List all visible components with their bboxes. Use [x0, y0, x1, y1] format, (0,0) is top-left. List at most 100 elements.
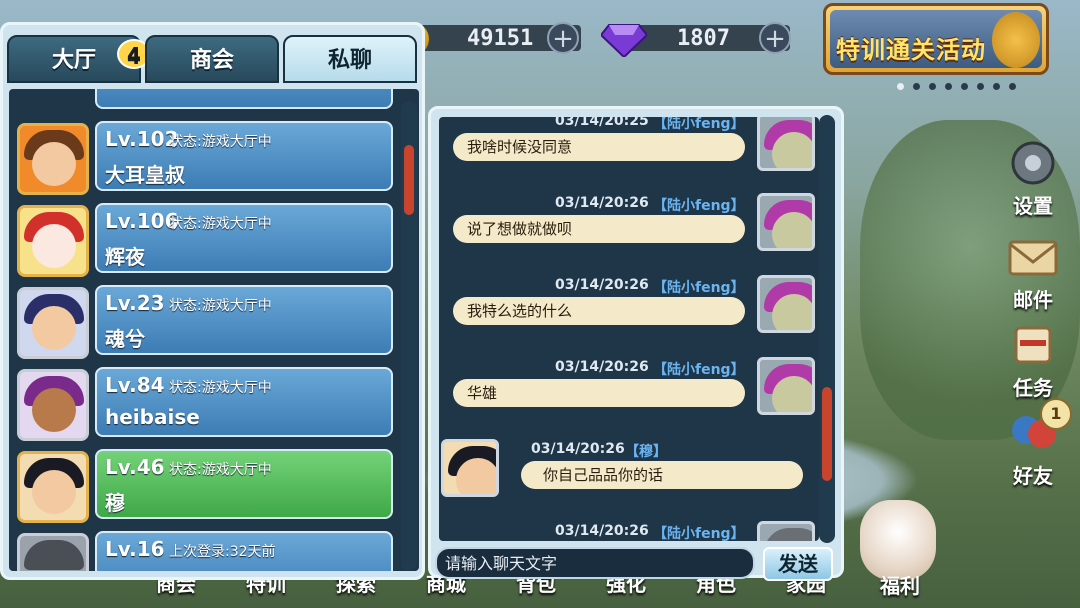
sender-avatar[interactable]: [757, 117, 815, 171]
message-time: 03/14/20:26: [555, 277, 649, 293]
message-sender: 【陆小feng】: [653, 526, 745, 541]
friend-list-scrollbar[interactable]: [401, 101, 417, 571]
chat-scrollbar[interactable]: [819, 115, 835, 543]
tab-lobby-label: 大厅: [51, 48, 96, 73]
avatar: [17, 205, 89, 277]
scroll-icon: [1014, 326, 1052, 364]
sender-avatar[interactable]: [757, 357, 815, 415]
tab-private-chat[interactable]: 私聊: [283, 35, 417, 83]
friend-status: 上次登录:32天前: [169, 544, 276, 560]
avatar-hair: [764, 528, 812, 541]
message-sender: 【陆小feng】: [653, 362, 745, 378]
message-time: 03/14/20:26: [555, 195, 649, 211]
message-time: 03/14/20:26: [531, 441, 625, 457]
page-dot: [945, 83, 952, 90]
friend-row-selected[interactable]: Lv.46 状态:游戏大厅中 穆: [13, 447, 393, 523]
chat-message: 03/14/20:26 【陆小feng】: [439, 521, 819, 541]
friend-status: 状态:游戏大厅中: [169, 298, 272, 314]
banner-page-indicator: [897, 83, 1016, 90]
task-button[interactable]: 任务: [1000, 318, 1066, 401]
friend-card: Lv.106 状态:游戏大厅中 辉夜: [95, 203, 393, 273]
avatar: [17, 287, 89, 359]
friend-name: 穆: [105, 491, 125, 515]
page-dot: [1009, 83, 1016, 90]
mail-icon: [1008, 240, 1058, 276]
avatar-face: [772, 212, 812, 248]
sender-avatar[interactable]: [441, 439, 499, 497]
friend-card: Lv.16 上次登录:32天前: [95, 531, 393, 571]
friend-level: Lv.23: [105, 291, 165, 315]
message-sender: 【陆小feng】: [653, 280, 745, 296]
tab-chamber[interactable]: 商会: [145, 35, 279, 83]
message-bubble: 我啥时候没同意: [453, 133, 745, 161]
task-label: 任务: [1013, 376, 1053, 400]
avatar-face: [456, 458, 496, 494]
message-sender: 【陆小feng】: [653, 117, 745, 132]
chat-message: 03/14/20:26 【陆小feng】 华雄: [439, 357, 819, 439]
add-coins-button[interactable]: +: [547, 22, 579, 54]
settings-button[interactable]: 设置: [1000, 136, 1066, 219]
avatar: [17, 533, 89, 571]
message-time: 03/14/20:25: [555, 117, 649, 129]
friend-name: 魂兮: [105, 327, 145, 351]
friend-row[interactable]: Lv.23 状态:游戏大厅中 魂兮: [13, 283, 393, 359]
page-dot: [993, 83, 1000, 90]
message-bubble: 你自己品品你的话: [521, 461, 803, 489]
friend-card: [95, 89, 393, 109]
friend-row[interactable]: Lv.106 状态:游戏大厅中 辉夜: [13, 201, 393, 277]
send-button[interactable]: 发送: [763, 547, 833, 581]
sender-avatar[interactable]: [757, 275, 815, 333]
avatar: [17, 369, 89, 441]
page-dot: [913, 83, 920, 90]
sender-avatar[interactable]: [757, 193, 815, 251]
avatar-face: [32, 388, 76, 432]
gem-count: 1807: [677, 26, 730, 51]
friend-row-partial[interactable]: [13, 89, 393, 113]
chat-messages: 03/14/20:25 【陆小feng】 我啥时候没同意 03/14/20:26…: [439, 117, 819, 541]
chat-message: 03/14/20:26 【陆小feng】 我特么选的什么: [439, 275, 819, 357]
add-gems-button[interactable]: +: [759, 22, 791, 54]
coin-count: 49151: [467, 26, 534, 51]
message-sender: 【陆小feng】: [653, 198, 745, 214]
avatar: [17, 451, 89, 523]
friend-status: 状态:游戏大厅中: [169, 462, 272, 478]
gear-icon: [1011, 141, 1055, 185]
page-dot: [897, 83, 904, 90]
friend-level: Lv.46: [105, 455, 165, 479]
scrollbar-thumb[interactable]: [404, 145, 414, 215]
message-bubble: 说了想做就做呗: [453, 215, 745, 243]
message-bubble: 华雄: [453, 379, 745, 407]
chat-input[interactable]: [435, 547, 755, 579]
mail-button[interactable]: 邮件: [1000, 230, 1066, 313]
friend-row[interactable]: Lv.16 上次登录:32天前: [13, 529, 393, 571]
friend-name: 大耳皇叔: [105, 163, 185, 187]
avatar-face: [32, 224, 76, 268]
message-time: 03/14/20:26: [555, 359, 649, 375]
chat-message: 03/14/20:25 【陆小feng】 我啥时候没同意: [439, 117, 819, 193]
sender-avatar[interactable]: [757, 521, 815, 541]
page-dot: [977, 83, 984, 90]
tab-lobby[interactable]: 大厅 4: [7, 35, 151, 83]
friend-status: 状态:游戏大厅中: [169, 380, 272, 396]
chat-panel: 03/14/20:25 【陆小feng】 我啥时候没同意 03/14/20:26…: [428, 106, 844, 581]
mail-label: 邮件: [1013, 288, 1053, 312]
page-dot: [961, 83, 968, 90]
currency-bar: 49151 + 1807 +: [395, 18, 810, 58]
scrollbar-thumb[interactable]: [822, 387, 832, 481]
friend-list: Lv.102 状态:游戏大厅中 大耳皇叔 Lv.106 状态:游戏大厅中 辉夜: [9, 89, 419, 571]
nav-welfare[interactable]: 福利: [880, 570, 920, 599]
friends-badge: 1: [1040, 398, 1072, 430]
event-banner[interactable]: 特训通关活动: [823, 3, 1049, 75]
avatar-face: [772, 294, 812, 330]
lucky-cat-icon[interactable]: [860, 500, 936, 580]
friend-row[interactable]: Lv.102 状态:游戏大厅中 大耳皇叔: [13, 119, 393, 195]
friends-label: 好友: [1013, 464, 1053, 488]
avatar: [17, 123, 89, 195]
friend-card: Lv.46 状态:游戏大厅中 穆: [95, 449, 393, 519]
avatar-face: [32, 142, 76, 186]
friend-name: 辉夜: [105, 245, 145, 269]
gem-display: 1807 +: [601, 18, 810, 58]
coin-display: 49151 +: [395, 18, 595, 58]
friend-row[interactable]: Lv.84 状态:游戏大厅中 heibaise: [13, 365, 393, 441]
chat-message-incoming: 03/14/20:26 【穆】 你自己品品你的话: [439, 439, 819, 521]
